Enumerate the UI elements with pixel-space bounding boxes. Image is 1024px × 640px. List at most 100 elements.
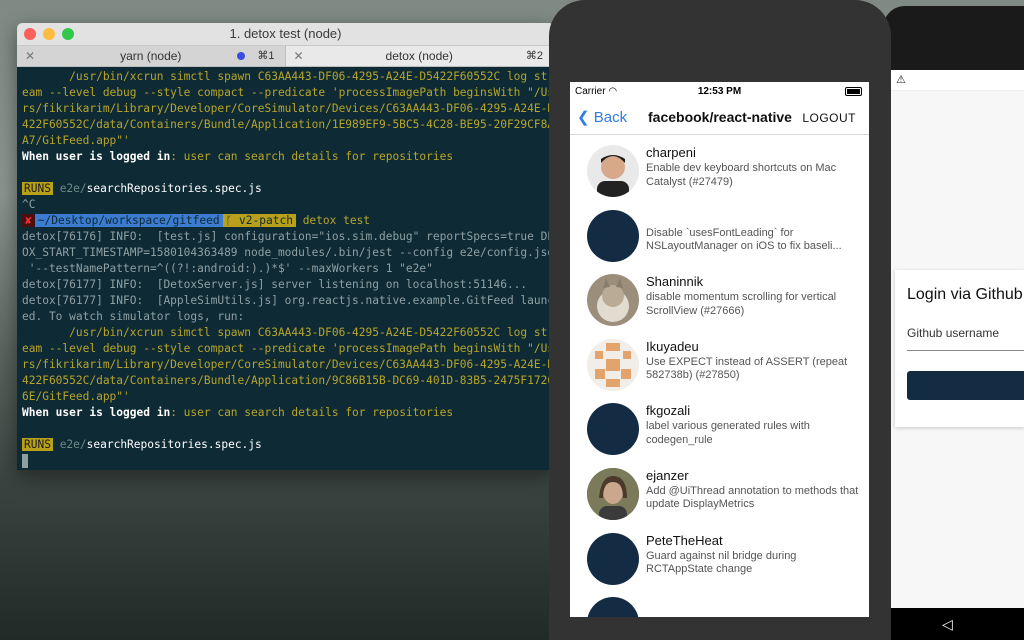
list-item[interactable]: PeteTheHeat Guard against nil bridge dur… [570,523,869,588]
log-line: 422F60552C/data/Containers/Bundle/Applic… [22,374,554,387]
test-line: When user is logged in: user can search … [22,405,549,421]
log-line: OX_START_TIMESTAMP=1580104363489 node_mo… [22,246,554,259]
tab-shortcut: ⌘2 [525,50,543,62]
list-item[interactable]: Ikuyadeu Use EXPECT instead of ASSERT (r… [570,329,869,394]
activity-indicator-icon [236,52,245,60]
runs-line: RUNS e2e/searchRepositories.spec.js [22,437,549,453]
test-suite: When user is logged in [22,150,171,163]
terminal-tabs: ✕ yarn (node) ⌘1 ✕ detox (node) ⌘2 [17,46,554,67]
prompt-path: ~/Desktop/workspace/gitfeed [34,214,223,227]
commit-message: Use EXPECT instead of ASSERT (repeat 582… [646,355,848,382]
tab-label: detox (node) [385,49,453,63]
iphone-screen: Carrier ◠ 12:53 PM ❮ Back facebook/react… [570,82,869,617]
close-window-button[interactable] [24,28,36,40]
runs-badge: RUNS [22,182,53,195]
commit-message: Disable `usesFontLeading` for NSLayoutMa… [646,226,842,253]
log-line: detox[76177] INFO: [DetoxServer.js] serv… [22,278,528,291]
terminal-cursor [22,454,28,468]
author-name: PeteTheHeat [646,532,723,548]
zoom-window-button[interactable] [62,28,74,40]
avatar [587,532,639,585]
login-card: Login via Github Github username [895,270,1024,427]
commit-message: label various generated rules with codeg… [646,420,810,446]
back-button[interactable]: ❮ Back [577,108,627,126]
android-screen: ⚠ Login via Github Github username [890,70,1024,608]
warning-icon: ⚠ [896,74,906,86]
log-line: detox[76176] INFO: [test.js] configurati… [22,230,554,243]
runs-dir: e2e/ [52,182,87,195]
author-name: Ikuyadeu [646,338,699,354]
ios-status-bar: Carrier ◠ 12:53 PM [570,82,869,100]
terminal-output[interactable]: /usr/bin/xcrun simctl spawn C63AA443-DF0… [17,67,554,470]
author-name: fkgozali [646,403,691,419]
list-item[interactable]: Shaninnik disable momentum scrolling for… [570,264,869,329]
list-item[interactable]: fkgozali label various generated rules w… [570,393,869,458]
commit-list[interactable]: charpeni Enable dev keyboard shortcuts o… [570,135,869,617]
log-line: rs/fikrikarim/Library/Developer/CoreSimu… [22,358,554,371]
commit-message: Guard against nil bridge during RCTAppSt… [646,549,797,576]
commit-message: disable momentum scrolling for vertical … [646,291,837,317]
terminal-window: 1. detox test (node) ✕ yarn (node) ⌘1 ✕ … [17,23,554,470]
username-underline [907,350,1024,351]
avatar [587,274,639,327]
author-name: Shaninnik [646,274,704,290]
author-name: ejanzer [646,467,689,483]
avatar [587,467,639,520]
test-case: : user can search details for repositori… [170,150,454,163]
battery-icon [845,87,862,96]
chevron-left-icon: ❮ [577,109,590,126]
log-line: 422F60552C/data/Containers/Bundle/Applic… [22,118,554,131]
test-case: : user can search details for repositori… [170,406,454,419]
author-name: charpeni [646,145,696,160]
list-item[interactable]: Disable `usesFontLeading` for NSLayoutMa… [570,200,869,265]
log-line: eam --level debug --style compact --pred… [22,86,554,99]
login-button[interactable] [907,371,1024,400]
username-field[interactable]: Github username [907,326,999,340]
prompt-command: detox test [295,214,371,227]
close-tab-icon[interactable]: ✕ [25,46,35,66]
log-line: '--testNamePattern=^((?!:android:).)*$' … [22,262,433,275]
tab-detox[interactable]: ✕ detox (node) ⌘2 [285,46,554,66]
login-title: Login via Github [907,286,1023,303]
logout-button[interactable]: LOGOUT [802,111,856,125]
window-title: 1. detox test (node) [229,26,342,41]
page-title: facebook/react-native [648,109,792,125]
avatar [587,209,639,262]
close-tab-icon[interactable]: ✕ [294,46,304,66]
back-nav-icon[interactable]: ◁ [942,616,953,633]
android-nav-bar: ◁ [890,608,1024,640]
minimize-window-button[interactable] [43,28,55,40]
ctrl-c-line: ^C [22,198,36,211]
log-line: eam --level debug --style compact --pred… [22,342,554,355]
runs-badge: RUNS [22,438,53,451]
log-line: A7/GitFeed.app"' [22,134,130,147]
error-icon: ✘ [22,214,35,227]
runs-file: searchRepositories.spec.js [86,182,262,195]
log-line: /usr/bin/xcrun simctl spawn C63AA443-DF0… [22,70,554,83]
commit-message: Enable dev keyboard shortcuts on Mac Cat… [646,162,837,188]
avatar [587,597,639,617]
list-item[interactable]: ejanzer Add @UiThread annotation to meth… [570,458,869,523]
nav-bar: ❮ Back facebook/react-native LOGOUT [570,100,869,135]
log-line: /usr/bin/xcrun simctl spawn C63AA443-DF0… [22,326,554,339]
log-line: rs/fikrikarim/Library/Developer/CoreSimu… [22,102,554,115]
runs-dir: e2e/ [52,438,87,451]
git-branch: ᚴ v2-patch [222,214,296,227]
avatar [587,338,639,391]
android-status-bar: ⚠ [890,70,1024,91]
log-line: 6E/GitFeed.app"' [22,390,130,403]
tab-yarn[interactable]: ✕ yarn (node) ⌘1 [17,46,286,66]
list-item[interactable] [570,587,869,617]
commit-message: Add @UiThread annotation to methods that… [646,484,859,511]
clock: 12:53 PM [697,86,742,97]
tab-shortcut: ⌘1 [257,50,275,62]
prompt-line: ✘ ~/Desktop/workspace/gitfeed ᚴ v2-patch d… [22,213,549,229]
test-line: When user is logged in: user can search … [22,149,549,165]
list-item[interactable]: charpeni Enable dev keyboard shortcuts o… [570,135,869,200]
log-line: detox[76177] INFO: [AppleSimUtils.js] or… [22,294,554,307]
terminal-titlebar: 1. detox test (node) [17,23,554,46]
runs-file: searchRepositories.spec.js [86,438,262,451]
tab-label: yarn (node) [120,49,182,63]
avatar [587,145,639,197]
log-line: ed. To watch simulator logs, run: [22,310,245,323]
